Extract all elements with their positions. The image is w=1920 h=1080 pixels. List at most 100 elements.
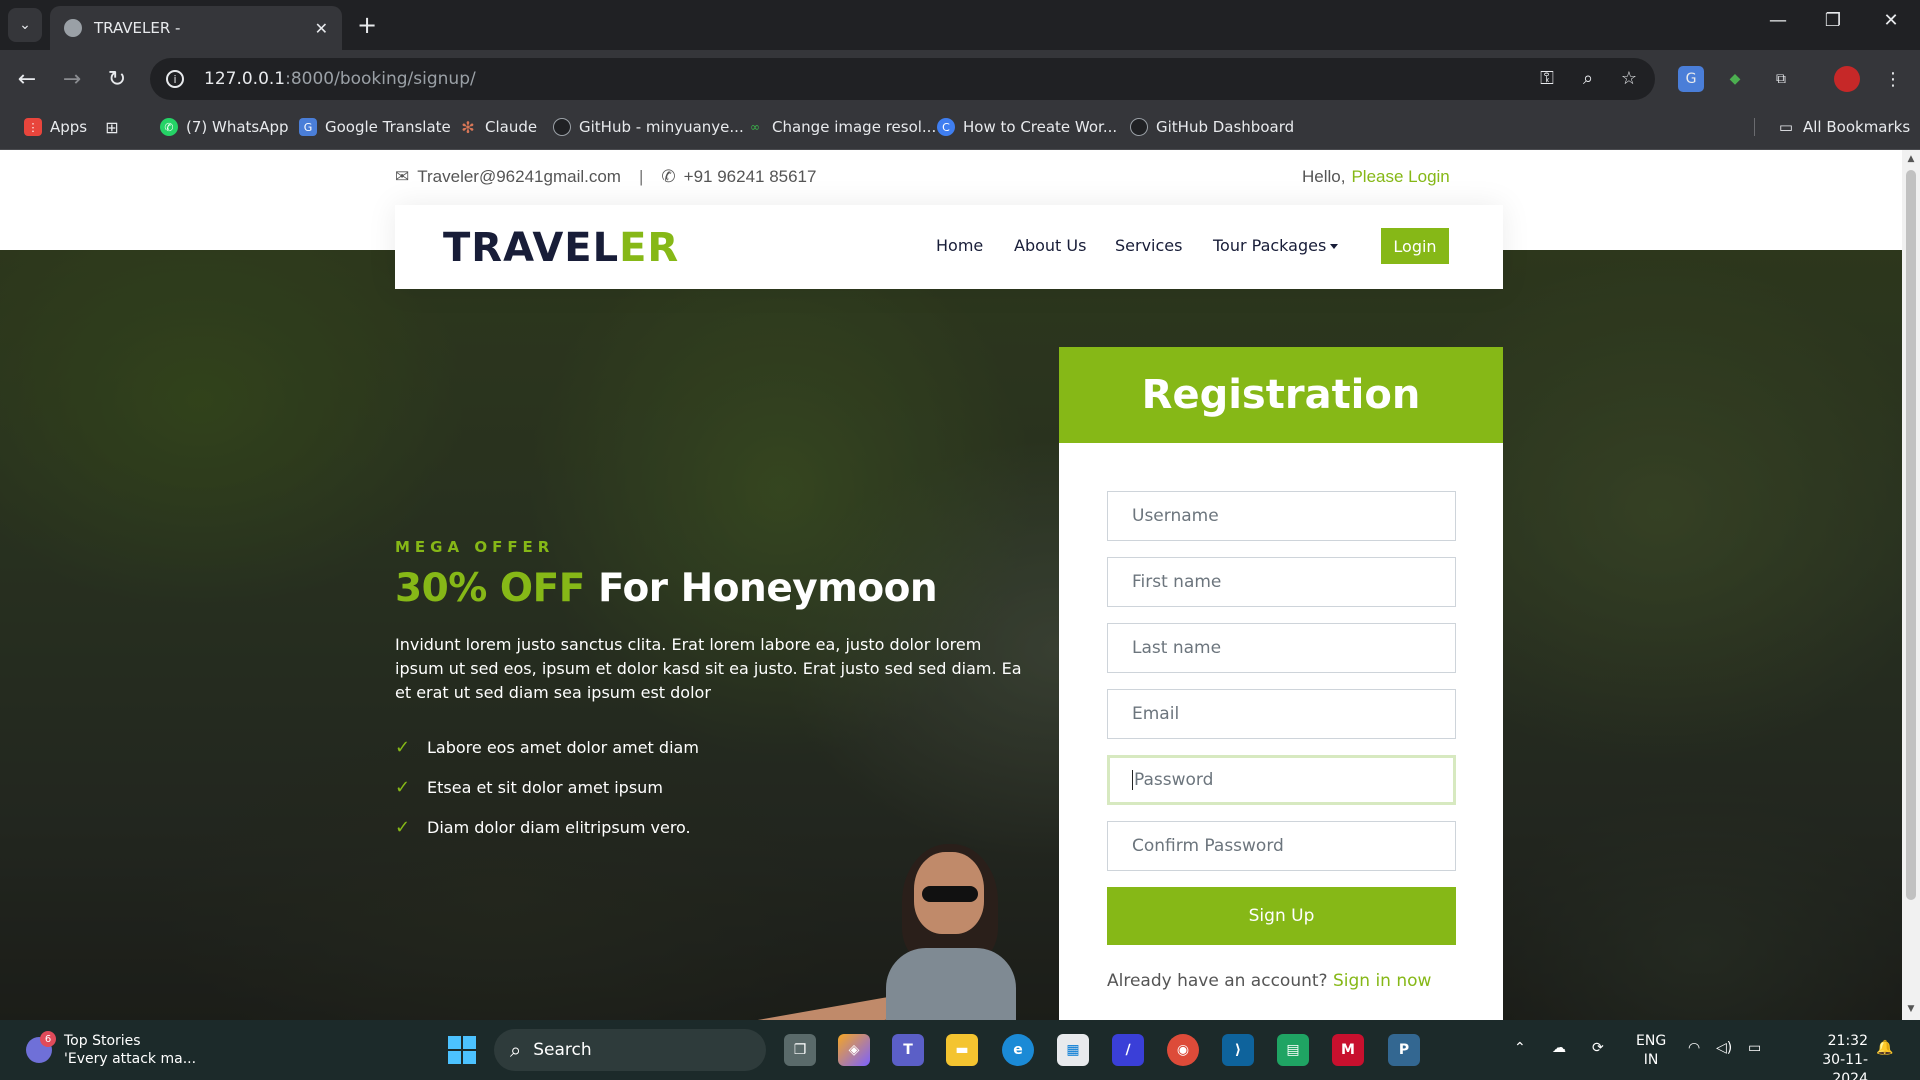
first-name-input[interactable]: First name bbox=[1107, 557, 1456, 607]
news-subtitle: 'Every attack ma... bbox=[64, 1051, 197, 1067]
store-icon[interactable]: ▦ bbox=[1057, 1034, 1089, 1066]
username-input[interactable]: Username bbox=[1107, 491, 1456, 541]
scroll-up-icon[interactable]: ▲ bbox=[1906, 154, 1916, 164]
mcafee-icon[interactable]: M bbox=[1332, 1034, 1364, 1066]
bookmarks-bar: ⋮ Apps ⊞ ✆ (7) WhatsApp G Google Transla… bbox=[0, 108, 1920, 150]
app-icon[interactable]: ∕ bbox=[1112, 1034, 1144, 1066]
teams-icon[interactable]: T bbox=[892, 1034, 924, 1066]
grid-icon: ⊞ bbox=[105, 117, 119, 137]
bookmark-grid[interactable]: ⊞ bbox=[103, 117, 129, 137]
page-scrollbar[interactable]: ▲ ▼ bbox=[1902, 150, 1920, 1020]
offer-bullets: ✓ Labore eos amet dolor amet diam ✓ Etsea … bbox=[395, 727, 1035, 847]
password-key-icon[interactable]: ⚿ bbox=[1535, 68, 1559, 89]
email-input[interactable]: Email bbox=[1107, 689, 1456, 739]
nav-login-button[interactable]: Login bbox=[1381, 228, 1449, 264]
nav-services[interactable]: Services bbox=[1115, 236, 1182, 255]
bookmark-github-dashboard[interactable]: GitHub Dashboard bbox=[1130, 118, 1294, 136]
url-host: 127.0.0.1 bbox=[204, 69, 286, 89]
profile-avatar[interactable] bbox=[1834, 66, 1860, 92]
all-bookmarks[interactable]: ▭ All Bookmarks bbox=[1754, 118, 1910, 136]
bookmark-change-image[interactable]: ∞ Change image resol... bbox=[746, 118, 936, 136]
offer-headline: 30% OFF For Honeymoon bbox=[395, 566, 938, 611]
forward-button[interactable]: → bbox=[57, 64, 87, 94]
back-button[interactable]: ← bbox=[12, 64, 42, 94]
onedrive-icon[interactable]: ☁ bbox=[1552, 1040, 1566, 1056]
news-icon: 6 bbox=[26, 1031, 56, 1063]
tab-close-icon[interactable]: ✕ bbox=[315, 19, 328, 38]
file-explorer-icon[interactable]: ▬ bbox=[946, 1034, 978, 1066]
last-name-input[interactable]: Last name bbox=[1107, 623, 1456, 673]
task-view-icon[interactable]: ❐ bbox=[784, 1034, 816, 1066]
clock[interactable]: 21:32 30-11-2024 bbox=[1788, 1032, 1868, 1080]
bookmark-how-to-create[interactable]: C How to Create Wor... bbox=[937, 118, 1117, 136]
bookmark-star-icon[interactable]: ☆ bbox=[1617, 68, 1641, 89]
bookmark-github-minyuanye[interactable]: GitHub - minyuanye... bbox=[553, 118, 744, 136]
new-tab-button[interactable]: + bbox=[352, 10, 382, 40]
hero-person-image bbox=[880, 844, 1020, 1020]
extensions-puzzle-icon[interactable]: ⧉ bbox=[1768, 66, 1794, 92]
whatsapp-icon: ✆ bbox=[160, 118, 178, 136]
bookmark-apps[interactable]: ⋮ Apps bbox=[24, 118, 87, 136]
change-image-icon: ∞ bbox=[750, 120, 760, 134]
google-translate-icon: G bbox=[299, 118, 317, 136]
sign-in-link[interactable]: Sign in now bbox=[1333, 971, 1431, 991]
taskbar-search[interactable]: ⌕ Search bbox=[494, 1029, 766, 1071]
windows-start-icon[interactable] bbox=[448, 1036, 476, 1064]
reload-button[interactable]: ↻ bbox=[102, 64, 132, 94]
tab-search-button[interactable]: ⌄ bbox=[8, 8, 42, 42]
wordpress-icon: C bbox=[937, 118, 955, 136]
nav-home[interactable]: Home bbox=[936, 236, 983, 255]
news-title: Top Stories bbox=[64, 1033, 141, 1049]
tray-chevron-icon[interactable]: ⌃ bbox=[1514, 1040, 1526, 1056]
scrollbar-thumb[interactable] bbox=[1906, 170, 1916, 900]
copilot-icon[interactable]: ◈ bbox=[838, 1034, 870, 1066]
offer-section: MEGA OFFER 30% OFF For Honeymoon Invidun… bbox=[395, 538, 1035, 847]
minimize-button[interactable]: — bbox=[1758, 10, 1798, 31]
please-login-link[interactable]: Please Login bbox=[1351, 167, 1449, 186]
windows-taskbar: 6 Top Stories 'Every attack ma... ⌕ Sear… bbox=[0, 1020, 1920, 1080]
edge-icon[interactable]: e bbox=[1002, 1034, 1034, 1066]
brand-logo[interactable]: TRAVELER bbox=[443, 225, 679, 271]
battery-icon[interactable]: ▭ bbox=[1748, 1040, 1761, 1056]
registration-card: Registration Username First name Last na… bbox=[1059, 347, 1503, 1020]
sign-up-button[interactable]: Sign Up bbox=[1107, 887, 1456, 945]
news-widget[interactable]: 6 Top Stories 'Every attack ma... bbox=[26, 1031, 197, 1068]
extension-eye-icon[interactable]: ◆ bbox=[1722, 66, 1748, 92]
check-icon: ✓ bbox=[395, 776, 411, 798]
hello-greeting: Hello, Please Login bbox=[1302, 167, 1450, 186]
wifi-icon[interactable]: ◠ bbox=[1688, 1040, 1700, 1056]
zoom-icon[interactable]: ⌕ bbox=[1576, 68, 1600, 89]
vscode-icon[interactable]: ⟩ bbox=[1222, 1034, 1254, 1066]
list-item: ✓ Diam dolor diam elitripsum vero. bbox=[395, 816, 691, 838]
chrome-icon[interactable]: ◉ bbox=[1167, 1034, 1199, 1066]
page-viewport: ✉ Traveler@96241gmail.com | ✆ +91 96241 … bbox=[0, 150, 1902, 1020]
confirm-password-input[interactable]: Confirm Password bbox=[1107, 821, 1456, 871]
folder-icon: ▭ bbox=[1778, 118, 1794, 136]
browser-tab-active[interactable]: TRAVELER - ✕ bbox=[50, 6, 342, 50]
bookmark-whatsapp[interactable]: ✆ (7) WhatsApp bbox=[160, 118, 289, 136]
notification-bell-icon[interactable]: 🔔 bbox=[1876, 1040, 1893, 1056]
contact-info: ✉ Traveler@96241gmail.com | ✆ +91 96241 … bbox=[395, 167, 816, 187]
password-input[interactable]: Password bbox=[1107, 755, 1456, 805]
sync-icon[interactable]: ⟳ bbox=[1592, 1040, 1604, 1056]
bookmark-claude[interactable]: ✻ Claude bbox=[459, 118, 537, 137]
globe-icon bbox=[64, 19, 82, 37]
bookmark-google-translate[interactable]: G Google Translate bbox=[299, 118, 451, 136]
list-item: ✓ Etsea et sit dolor amet ipsum bbox=[395, 776, 663, 798]
language-indicator[interactable]: ENG IN bbox=[1636, 1032, 1666, 1070]
volume-icon[interactable]: ◁) bbox=[1716, 1040, 1732, 1056]
sheets-icon[interactable]: ▤ bbox=[1277, 1034, 1309, 1066]
chrome-menu-icon[interactable]: ⋮ bbox=[1880, 66, 1906, 92]
translate-extension-icon[interactable]: G bbox=[1678, 66, 1704, 92]
nav-tour-packages[interactable]: Tour Packages bbox=[1213, 236, 1339, 255]
scroll-down-icon[interactable]: ▼ bbox=[1906, 1004, 1916, 1014]
address-bar[interactable]: i 127.0.0.1 :8000/booking/signup/ ⚿ ⌕ ☆ bbox=[150, 58, 1655, 100]
envelope-icon: ✉ bbox=[395, 167, 410, 186]
postgres-icon[interactable]: P bbox=[1388, 1034, 1420, 1066]
contact-email: Traveler@96241gmail.com bbox=[417, 167, 621, 186]
apps-grid-icon: ⋮ bbox=[24, 118, 42, 136]
restore-button[interactable]: ❐ bbox=[1813, 10, 1853, 31]
site-info-icon[interactable]: i bbox=[166, 70, 184, 88]
nav-about-us[interactable]: About Us bbox=[1014, 236, 1086, 255]
close-window-button[interactable]: ✕ bbox=[1871, 10, 1911, 31]
